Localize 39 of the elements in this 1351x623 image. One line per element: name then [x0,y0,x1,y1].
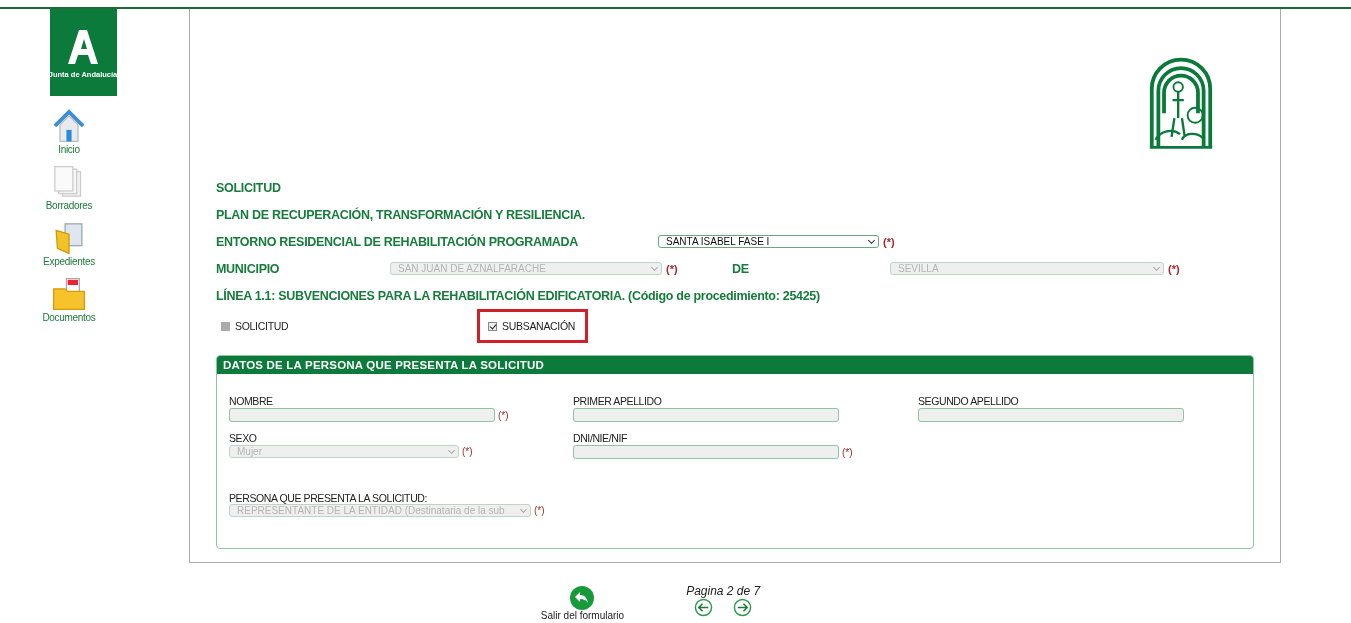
field-label: SEGUNDO APELLIDO [918,395,1020,407]
required-mark: (*) [462,446,473,457]
checkbox-label: SOLICITUD [235,320,289,332]
field-label: PERSONA QUE PRESENTA LA SOLICITUD: [229,492,428,504]
dropdown: SAN JUAN DE AZNALFARACHE [390,262,662,275]
field-label: DNI/NIE/NIF [573,432,628,444]
field-label: DE [732,261,750,276]
dropdown: Mujer [229,445,459,458]
exit-link[interactable]: Salir del formulario [540,610,625,621]
required-mark: (*) [1168,262,1180,275]
required-mark: (*) [666,262,678,275]
required-mark: (*) [883,235,895,248]
next-page-icon[interactable] [733,598,753,617]
sidebar-link[interactable]: Expedientes [43,256,95,267]
sidebar-link[interactable]: Documentos [42,312,96,323]
required-mark: (*) [534,505,545,516]
field-label: PRIMER APELLIDO [573,395,663,407]
dropdown[interactable]: SANTA ISABEL FASE I [658,235,879,248]
previous-page-icon[interactable] [694,598,714,617]
dropdown: SEVILLA [890,262,1164,275]
form-heading: SOLICITUD [216,180,281,195]
field-label: MUNICIPIO [216,261,281,276]
folder-icon[interactable] [51,276,87,312]
field-label: ENTORNO RESIDENCIAL DE REHABILITACIÓN PROGRAMADA [216,234,579,249]
field-label: SEXO [229,432,258,444]
checkbox-label: SUBSANACIÓN [502,320,576,332]
checkbox[interactable] [221,321,230,331]
procedure-title: LÍNEA 1.1: SUBVENCIONES PARA LA REHABILITACIÓN EDIFICATORIA. (Código de procedimiento: 25425) [216,288,820,303]
sidebar-link[interactable]: Borradores [45,200,93,211]
required-mark: (*) [498,409,509,421]
section-header: DATOS DE LA PERSONA QUE PRESENTA LA SOLICITUD [217,356,1253,374]
page-indicator: Pagina 2 de 7 [686,584,761,598]
form-heading: PLAN DE RECUPERACIÓN, TRANSFORMACIÓN Y RESILIENCIA. [216,207,585,222]
house-icon[interactable] [51,108,87,144]
field-label: NOMBRE [229,395,274,407]
logo-icon [68,30,98,64]
sidebar-link[interactable]: Inicio [58,144,80,155]
checkbox[interactable] [488,321,497,331]
required-mark: (*) [842,446,853,458]
